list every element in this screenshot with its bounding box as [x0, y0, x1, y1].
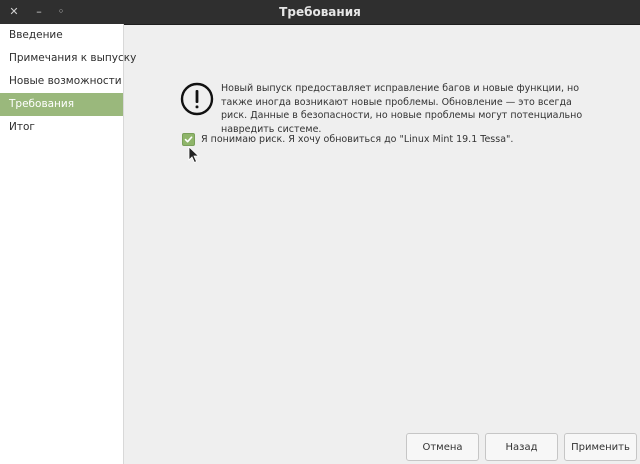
sidebar-item-new-features[interactable]: Новые возможности: [0, 70, 123, 93]
sidebar: Введение Примечания к выпуску Новые возм…: [0, 24, 136, 464]
consent-checkbox[interactable]: [182, 132, 195, 146]
consent-row: Я понимаю риск. Я хочу обновиться до "Li…: [182, 132, 513, 146]
exclamation-circle-icon: [180, 82, 214, 116]
close-window-button[interactable]: ✕: [6, 4, 22, 20]
maximize-window-button[interactable]: ◦: [53, 4, 69, 20]
apply-button[interactable]: Применить: [564, 433, 637, 461]
window-title: Требования: [279, 5, 361, 19]
main-content: Новый выпуск предоставляет исправление б…: [124, 24, 640, 464]
sidebar-item-release-notes[interactable]: Примечания к выпуску: [0, 47, 136, 70]
minimize-window-button[interactable]: –: [31, 4, 47, 20]
warning-message: Новый выпуск предоставляет исправление б…: [221, 83, 583, 135]
minimize-icon: –: [36, 5, 42, 18]
cancel-button[interactable]: Отмена: [406, 433, 479, 461]
mouse-cursor-icon: [188, 146, 200, 164]
sidebar-item-requirements[interactable]: Требования: [0, 93, 123, 116]
sidebar-item-introduction[interactable]: Введение: [0, 24, 123, 47]
close-icon: ✕: [9, 5, 19, 18]
title-bar: ✕ – ◦ Требования: [0, 0, 640, 25]
checkmark-icon: [184, 135, 193, 142]
consent-label[interactable]: Я понимаю риск. Я хочу обновиться до "Li…: [201, 134, 513, 145]
sidebar-item-summary[interactable]: Итог: [0, 116, 123, 139]
maximize-icon: ◦: [57, 5, 65, 18]
back-button[interactable]: Назад: [485, 433, 558, 461]
